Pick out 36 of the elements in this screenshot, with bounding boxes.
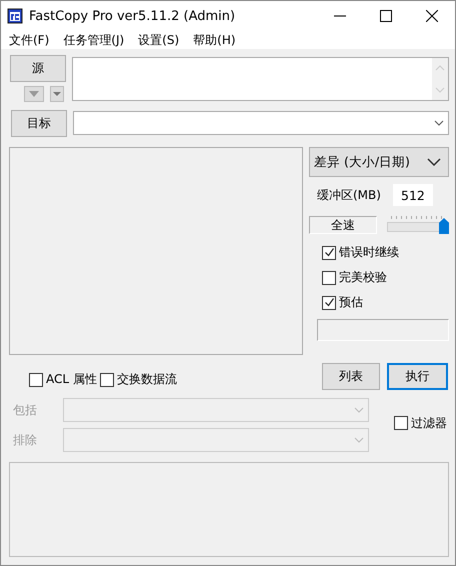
action-button[interactable]: 列表 bbox=[322, 363, 380, 390]
checkbox-label: 过滤器 bbox=[411, 414, 447, 432]
chevron-down-icon bbox=[354, 407, 364, 413]
filter-label: 包括 bbox=[12, 402, 38, 418]
checkbox[interactable] bbox=[100, 372, 114, 386]
filter-label: 排除 bbox=[12, 432, 38, 448]
target-path-combo[interactable] bbox=[73, 111, 449, 135]
chevron-down-icon bbox=[434, 120, 444, 126]
app-icon bbox=[7, 8, 23, 24]
checkbox[interactable] bbox=[29, 372, 43, 386]
source-path-field[interactable] bbox=[72, 57, 449, 101]
chevron-down-icon bbox=[427, 158, 441, 166]
menu-item[interactable]: 任务管理(J) bbox=[63, 32, 124, 48]
checkbox[interactable] bbox=[394, 416, 408, 430]
mode-dropdown[interactable]: 差异 (大小/日期) bbox=[309, 147, 449, 177]
checkbox-label: 完美校验 bbox=[339, 269, 387, 286]
menu-item[interactable]: 文件(F) bbox=[9, 32, 50, 48]
checkbox-label: 交换数据流 bbox=[116, 371, 177, 388]
maximize-icon[interactable] bbox=[380, 10, 392, 22]
checkbox[interactable] bbox=[322, 296, 336, 310]
menu-item[interactable]: 设置(S) bbox=[138, 32, 180, 48]
speed-label: 全速 bbox=[309, 216, 377, 234]
checkbox-label: ACL 属性 bbox=[46, 371, 97, 388]
menu-item[interactable]: 帮助(H) bbox=[193, 32, 236, 48]
checkbox-label: 错误时继续 bbox=[339, 244, 399, 261]
action-button[interactable]: 执行 bbox=[387, 363, 448, 390]
target-button[interactable]: 目标 bbox=[11, 110, 67, 137]
buffer-label: 缓冲区(MB) bbox=[317, 186, 381, 204]
checkbox[interactable] bbox=[322, 270, 336, 284]
checkbox-label: 预估 bbox=[339, 294, 363, 311]
checkbox[interactable] bbox=[322, 246, 336, 260]
close-icon[interactable] bbox=[426, 10, 438, 22]
buffer-size-field[interactable]: 512 bbox=[392, 184, 433, 206]
window-title: FastCopy Pro ver5.11.2 (Admin) bbox=[29, 8, 236, 24]
source-button[interactable]: 源 bbox=[10, 55, 66, 82]
chevron-down-icon bbox=[354, 437, 364, 443]
